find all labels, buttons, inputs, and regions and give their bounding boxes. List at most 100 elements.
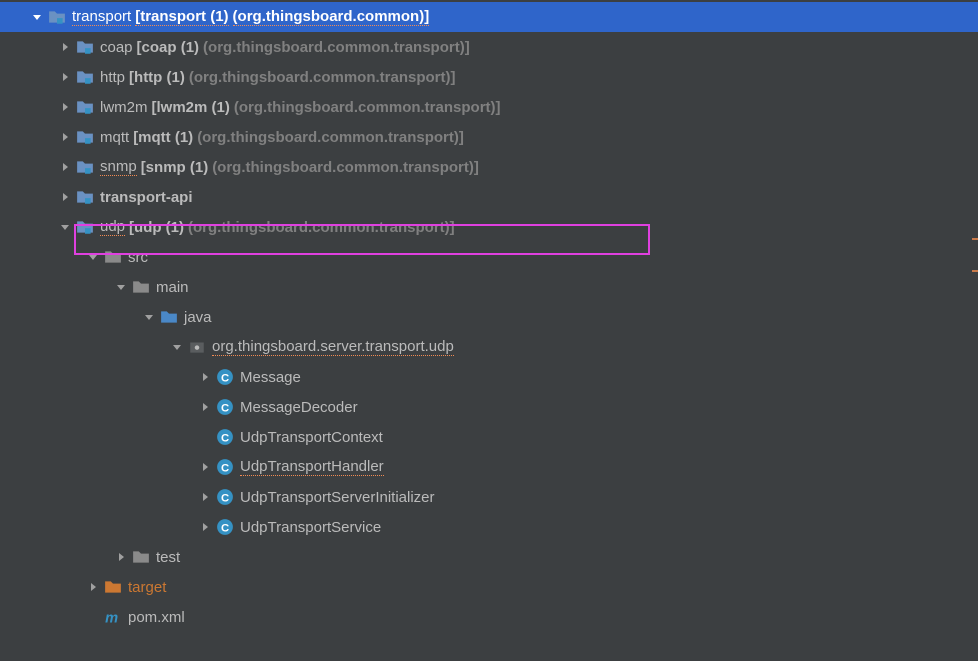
context-label: (org.thingsboard.common.transport)] [203,39,470,56]
module-folder-icon [76,218,94,236]
blank-arrow [196,428,214,446]
tree-label: org.thingsboard.server.transport.udp [212,338,454,356]
expand-icon[interactable] [56,218,74,236]
svg-text:C: C [221,403,229,415]
package-icon [188,338,206,356]
svg-text:C: C [221,463,229,475]
gutter-mark [972,238,978,240]
context-label: (org.thingsboard.common.transport)] [234,99,501,116]
expand-icon[interactable] [112,278,130,296]
context-label: (org.thingsboard.common)] [233,8,430,26]
collapse-icon[interactable] [56,128,74,146]
excluded-folder-icon [104,578,122,596]
collapse-icon[interactable] [56,68,74,86]
module-label: [transport (1) [135,8,228,26]
tree-item-transport[interactable]: transport [transport (1) (org.thingsboar… [0,2,978,32]
tree-item-class-udphandler[interactable]: C UdpTransportHandler [0,452,978,482]
svg-text:m: m [105,611,118,626]
module-label: [mqtt (1) [133,129,193,146]
tree-label: target [128,579,166,596]
tree-label: main [156,279,189,296]
tree-label: transport [72,8,131,26]
gutter-mark [972,270,978,272]
module-folder-icon [76,38,94,56]
svg-text:C: C [221,433,229,445]
svg-text:C: C [221,373,229,385]
collapse-icon[interactable] [112,548,130,566]
source-folder-icon [160,308,178,326]
tree-item-java[interactable]: java [0,302,978,332]
tree-label: java [184,309,212,326]
collapse-icon[interactable] [56,38,74,56]
module-folder-icon [76,68,94,86]
tree-label: mqtt [100,129,129,146]
module-folder-icon [76,158,94,176]
tree-label: http [100,69,125,86]
tree-label: udp [100,218,125,236]
tree-label: MessageDecoder [240,399,358,416]
tree-label: UdpTransportServerInitializer [240,489,435,506]
class-icon: C [216,488,234,506]
context-label: (org.thingsboard.common.transport)] [212,159,479,176]
tree-label: UdpTransportContext [240,429,383,446]
module-label: [http (1) [129,69,185,86]
tree-item-mqtt[interactable]: mqtt [mqtt (1) (org.thingsboard.common.t… [0,122,978,152]
tree-label: snmp [100,158,137,176]
project-tree: transport [transport (1) (org.thingsboar… [0,0,978,632]
tree-label: src [128,249,148,266]
tree-label: test [156,549,180,566]
tree-item-package[interactable]: org.thingsboard.server.transport.udp [0,332,978,362]
tree-item-transport-api[interactable]: transport-api [0,182,978,212]
expand-icon[interactable] [28,8,46,26]
context-label: (org.thingsboard.common.transport)] [197,129,464,146]
collapse-icon[interactable] [196,518,214,536]
tree-item-lwm2m[interactable]: lwm2m [lwm2m (1) (org.thingsboard.common… [0,92,978,122]
collapse-icon[interactable] [56,98,74,116]
tree-item-class-udpservice[interactable]: C UdpTransportService [0,512,978,542]
tree-item-udp[interactable]: udp [udp (1) (org.thingsboard.common.tra… [0,212,978,242]
tree-item-coap[interactable]: coap [coap (1) (org.thingsboard.common.t… [0,32,978,62]
tree-item-http[interactable]: http [http (1) (org.thingsboard.common.t… [0,62,978,92]
tree-item-src[interactable]: src [0,242,978,272]
tree-item-test[interactable]: test [0,542,978,572]
folder-icon [132,548,150,566]
collapse-icon[interactable] [196,398,214,416]
collapse-icon[interactable] [196,488,214,506]
expand-icon[interactable] [140,308,158,326]
module-label: [udp (1) [129,219,184,236]
tree-item-snmp[interactable]: snmp [snmp (1) (org.thingsboard.common.t… [0,152,978,182]
class-icon: C [216,458,234,476]
context-label: (org.thingsboard.common.transport)] [189,69,456,86]
tree-label: coap [100,39,133,56]
expand-icon[interactable] [84,248,102,266]
tree-item-main[interactable]: main [0,272,978,302]
tree-item-target[interactable]: target [0,572,978,602]
module-label: [snmp (1) [141,159,209,176]
module-label: [coap (1) [137,39,200,56]
collapse-icon[interactable] [196,368,214,386]
tree-item-class-message[interactable]: C Message [0,362,978,392]
tree-label: Message [240,369,301,386]
collapse-icon[interactable] [56,158,74,176]
collapse-icon[interactable] [196,458,214,476]
module-folder-icon [76,98,94,116]
folder-icon [104,248,122,266]
context-label: (org.thingsboard.common.transport)] [188,219,455,236]
svg-text:C: C [221,523,229,535]
expand-icon[interactable] [168,338,186,356]
class-icon: C [216,368,234,386]
tree-item-class-udpcontext[interactable]: C UdpTransportContext [0,422,978,452]
module-folder-icon [76,128,94,146]
tree-label: lwm2m [100,99,148,116]
class-icon: C [216,428,234,446]
class-icon: C [216,518,234,536]
folder-icon [132,278,150,296]
tree-label: UdpTransportService [240,519,381,536]
svg-text:C: C [221,493,229,505]
collapse-icon[interactable] [56,188,74,206]
blank-arrow [84,608,102,626]
tree-item-pom[interactable]: m pom.xml [0,602,978,632]
tree-item-class-messagedecoder[interactable]: C MessageDecoder [0,392,978,422]
tree-item-class-udpinit[interactable]: C UdpTransportServerInitializer [0,482,978,512]
collapse-icon[interactable] [84,578,102,596]
